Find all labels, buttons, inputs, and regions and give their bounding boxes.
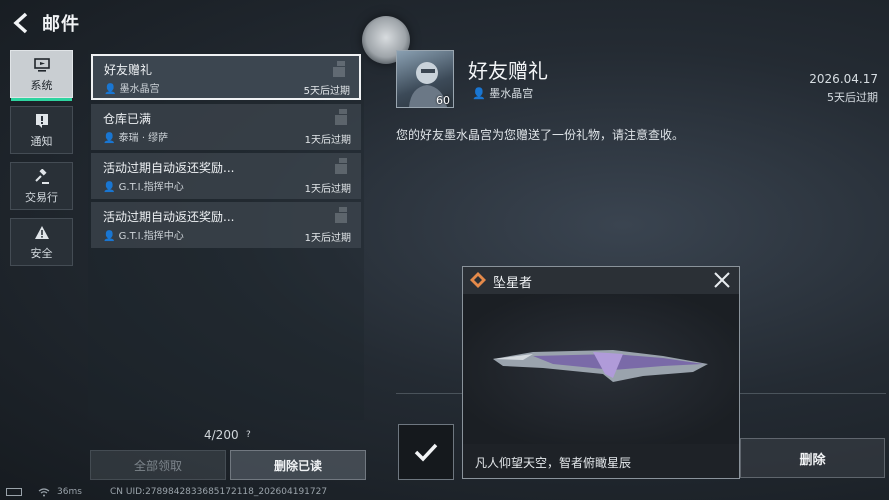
category-security[interactable]: 安全	[10, 218, 73, 266]
battery-icon	[6, 488, 22, 496]
close-icon[interactable]	[713, 271, 731, 289]
checkmark-icon	[414, 443, 438, 462]
category-trade[interactable]: 交易行	[10, 162, 73, 210]
mail-title: 活动过期自动返还奖励...	[103, 210, 235, 224]
claim-all-button[interactable]: 全部领取	[90, 450, 226, 480]
mail-sender: 👤 泰瑞 · 缪萨	[103, 133, 169, 144]
gavel-icon	[33, 168, 51, 186]
category-label: 安全	[30, 246, 53, 260]
attachment-slot[interactable]	[398, 424, 454, 480]
blade-icon	[493, 350, 708, 382]
mail-item[interactable]: 活动过期自动返还奖励... 👤 G.T.I.指挥中心 1天后过期	[91, 153, 361, 199]
detail-expire: 5天后过期	[827, 91, 878, 104]
status-bar: 36ms CN UID:27898428336851721​18_2026041…	[0, 486, 889, 500]
item-rarity-icon	[470, 272, 486, 288]
sender-avatar: 60	[396, 50, 454, 108]
category-notice[interactable]: 通知	[10, 106, 73, 154]
mail-sender: 👤 G.T.I.指挥中心	[103, 231, 184, 242]
mail-deco-icon	[335, 207, 347, 223]
monitor-icon	[33, 56, 51, 74]
mail-item[interactable]: 好友赠礼 👤 墨水晶宫 5天后过期	[91, 54, 361, 100]
mail-title: 活动过期自动返还奖励...	[103, 161, 235, 175]
mail-item[interactable]: 活动过期自动返还奖励... 👤 G.T.I.指挥中心 1天后过期	[91, 202, 361, 248]
notice-icon	[33, 112, 51, 130]
help-icon[interactable]: ?	[246, 430, 251, 440]
mail-deco-icon	[335, 158, 347, 174]
item-popup: 坠星者 凡人仰望天空，智者俯瞰星辰	[462, 266, 740, 479]
popup-header: 坠星者	[463, 267, 739, 294]
delete-button[interactable]: 删除	[740, 438, 885, 478]
delete-read-button[interactable]: 删除已读	[230, 450, 366, 480]
wifi-icon	[38, 488, 50, 497]
item-description: 凡人仰望天空，智者俯瞰星辰	[475, 456, 632, 470]
mail-item[interactable]: 仓库已满 👤 泰瑞 · 缪萨 1天后过期	[91, 104, 361, 150]
mail-expire: 1天后过期	[304, 135, 351, 146]
warning-icon	[33, 224, 51, 242]
item-name: 坠星者	[493, 276, 533, 291]
mail-deco-icon	[335, 109, 347, 125]
category-system[interactable]: 系统	[10, 50, 73, 101]
page-title: 邮件	[42, 14, 80, 35]
uid-readout: CN UID:27898428336851721​18_202604191727	[110, 487, 328, 497]
category-label: 系统	[30, 78, 53, 92]
ping-readout: 36ms	[57, 487, 82, 497]
mail-count: 4/200	[204, 428, 239, 442]
category-label: 通知	[30, 134, 53, 148]
item-preview	[463, 294, 739, 444]
mail-expire: 1天后过期	[304, 184, 351, 195]
detail-title: 好友赠礼	[468, 59, 548, 83]
mail-title: 仓库已满	[103, 112, 152, 126]
avatar-level: 60	[436, 94, 450, 107]
mail-title: 好友赠礼	[104, 63, 153, 77]
mail-expire: 1天后过期	[304, 233, 351, 244]
detail-sender: 👤 墨水晶宫	[472, 87, 534, 100]
detail-body: 您的好友墨水晶宫为您赠送了一份礼物，请注意查收。	[396, 128, 685, 142]
category-label: 交易行	[25, 190, 58, 204]
mail-deco-icon	[333, 61, 345, 77]
mail-sender: 👤 墨水晶宫	[104, 84, 160, 95]
detail-date: 2026.04.17	[809, 72, 878, 86]
back-arrow-icon[interactable]	[8, 10, 34, 36]
mail-sender: 👤 G.T.I.指挥中心	[103, 182, 184, 193]
mail-expire: 5天后过期	[303, 86, 350, 97]
